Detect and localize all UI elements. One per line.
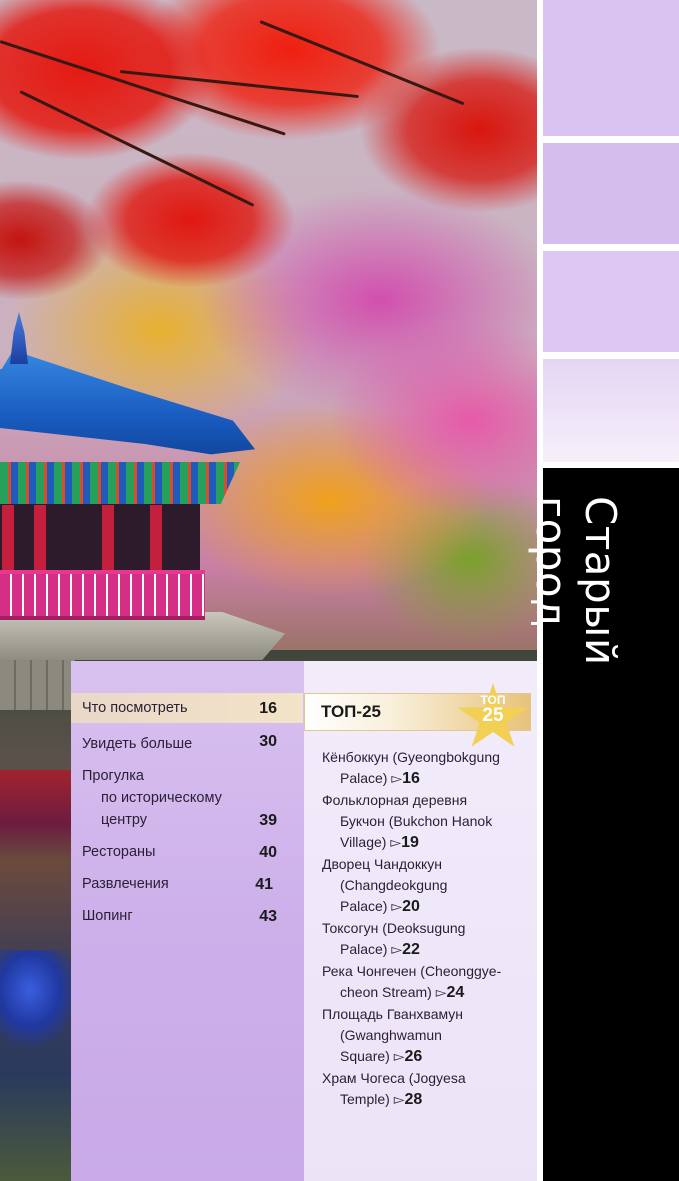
toc-item-page: 16 [259,700,277,717]
toc-item[interactable]: Развлечения 41 [71,873,303,895]
top25-item-page: 19 [401,834,419,851]
badge-line2: 25 [482,705,504,726]
toc-item-page: 43 [259,908,277,925]
top25-item-name: Храм Чогеса (Jogyesa [322,1070,466,1086]
contents-panel: Что посмотреть 16 Увидеть больше 30 Прог… [71,661,537,1181]
top25-item-cont-text: Temple) [340,1091,390,1107]
top25-item-cont2-text: Palace) [340,898,388,914]
toc-item[interactable]: Увидеть больше 30 [71,733,303,755]
toc-item[interactable]: Шопинг 43 [71,905,303,927]
top25-item-cont2: Palace) ▻20 [322,896,532,917]
arrow-icon: ▻ [391,941,403,957]
top25-item-page: 24 [446,984,465,1001]
top25-item-name: Площадь Гванхвамун [322,1006,464,1022]
toc-item-label: Развлечения [82,876,169,892]
top25-list: Кёнбоккун (Gyeongbokgung Palace) ▻16 Фол… [322,747,532,1111]
top25-item-cont2-text: Square) [340,1048,390,1064]
top25-item[interactable]: Храм Чогеса (Jogyesa Temple) ▻28 [322,1068,532,1110]
top25-item[interactable]: Фольклорная деревня Букчон (Bukchon Hano… [322,790,532,853]
pavilion-reflection-blue [0,950,75,1070]
stone-wall [0,660,75,710]
toc-item-label: Что посмотреть [82,700,188,716]
top25-item[interactable]: Кёнбоккун (Gyeongbokgung Palace) ▻16 [322,747,532,789]
pavilion-eaves [0,462,240,504]
toc-item[interactable]: Рестораны 40 [71,841,303,863]
toc-item-label: Шопинг [82,908,133,924]
top25-heading: ТОП-25 [321,702,381,721]
top25-item-cont: Palace) ▻22 [322,939,532,960]
toc-item-label-line1: Прогулка [82,768,144,784]
top25-item-cont-text: Palace) [340,941,388,957]
top25-item-page: 20 [402,898,420,915]
arrow-icon: ▻ [393,1048,405,1064]
top25-item-page: 28 [404,1091,423,1108]
toc-item-label: Рестораны [82,844,156,860]
toc-item[interactable]: Прогулка по историческому центру 39 [71,765,303,831]
chapter-title: Старый город [527,496,625,666]
toc-item-page: 41 [255,876,273,893]
top25-item[interactable]: Токсогун (Deoksugung Palace) ▻22 [322,918,532,960]
side-tab-3 [543,251,679,352]
top25-item-cont2: Village) ▻19 [322,832,532,853]
top25-item-cont: (Changdeokgung [340,877,448,893]
top25-item-cont: (Gwanghwamun [340,1027,442,1043]
arrow-icon: ▻ [391,770,403,786]
top25-item-name: Река Чонгечен (Cheonggye- [322,963,502,979]
top25-item-cont-text: cheon Stream) [340,984,432,1000]
top25-column: ТОП-25 ТОП 25 Кёнбоккун (Gyeongbokgung P… [304,661,537,1181]
top25-item[interactable]: Площадь Гванхвамун (Gwanghwamun Square) … [322,1004,532,1067]
top25-item-cont: Temple) ▻28 [322,1089,532,1110]
red-maple-foliage [0,0,537,380]
top25-item-name: Кёнбоккун (Gyeongbokgung [322,749,500,765]
toc-item-page: 40 [259,844,277,861]
top25-item-page: 26 [404,1048,423,1065]
toc-item-label-line3: центру [101,812,148,828]
top25-item-name: Фольклорная деревня [322,792,468,808]
arrow-icon: ▻ [393,1091,405,1107]
toc-item-label-line2: по историческому [101,790,222,806]
top25-item-cont-text: Palace) [340,770,388,786]
top25-item[interactable]: Дворец Чандоккун (Changdeokgung Palace) … [322,854,532,917]
top25-item-cont2-text: Village) [340,834,387,850]
top25-item-cont2: Square) ▻26 [322,1046,532,1067]
arrow-icon: ▻ [435,984,447,1000]
side-tab-4 [543,359,679,462]
toc-item-label: Увидеть больше [82,736,193,752]
star-badge-text: ТОП 25 [456,693,530,725]
arrow-icon: ▻ [391,898,403,914]
side-tab-2 [543,143,679,244]
top25-item-page: 16 [402,770,420,787]
top25-item-cont: Букчон (Bukchon Hanok [340,813,493,829]
top25-item[interactable]: Река Чонгечен (Cheonggye- cheon Stream) … [322,961,532,1003]
toc-item[interactable]: Что посмотреть 16 [71,693,303,723]
pavilion-reflection-red [0,770,75,860]
top25-item-cont: cheon Stream) ▻24 [322,982,532,1003]
top25-item-name: Дворец Чандоккун [322,856,442,872]
top25-item-name: Токсогун (Deoksugung [322,920,466,936]
pavilion-railing [0,570,205,620]
side-tab-1 [543,0,679,136]
toc-item-page: 30 [259,733,277,750]
arrow-icon: ▻ [390,834,402,850]
top25-item-page: 22 [402,941,420,958]
table-of-contents: Что посмотреть 16 Увидеть больше 30 Прог… [71,693,303,937]
top25-item-cont: Palace) ▻16 [322,768,532,789]
toc-item-page: 39 [259,812,277,829]
